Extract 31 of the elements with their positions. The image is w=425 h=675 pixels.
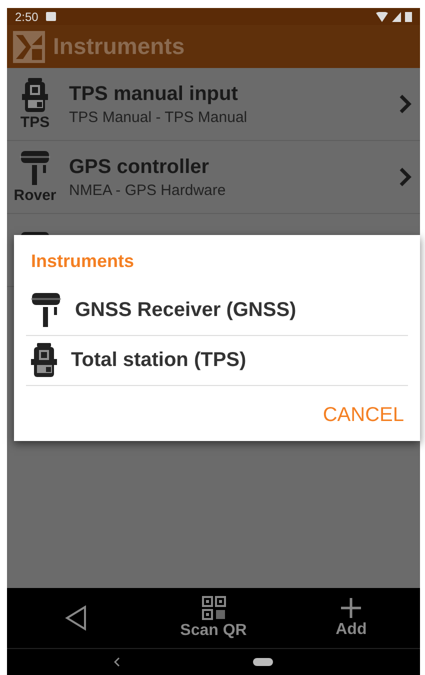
instrument-type-label: TPS — [20, 114, 50, 130]
instrument-type-label: Rover — [14, 186, 56, 204]
dialog-option[interactable]: Total station (TPS) — [26, 336, 408, 386]
back-icon — [64, 605, 87, 631]
back-icon[interactable] — [114, 657, 120, 667]
chevron-icon — [398, 167, 412, 187]
instrument-subtitle: TPS Manual - TPS Manual — [69, 108, 248, 126]
app-logo — [13, 30, 45, 62]
total-station-icon — [22, 78, 48, 114]
instrument-title: TPS manual input — [69, 82, 239, 106]
total-station-icon — [31, 342, 57, 378]
instrument-row[interactable]: Rover GPS controller NMEA - GPS Hardware — [7, 141, 420, 214]
dialog-title: Instruments — [31, 251, 136, 272]
app-title: Instruments — [53, 33, 185, 60]
chevron-icon — [398, 94, 412, 114]
instrument-subtitle: NMEA - GPS Hardware — [69, 182, 227, 198]
home-pill-icon[interactable] — [253, 658, 274, 666]
qr-button[interactable]: Scan QR — [144, 588, 282, 648]
gnss-receiver-icon — [31, 292, 61, 328]
battery-icon — [405, 12, 412, 22]
status-time: 2:50 — [15, 10, 38, 24]
instrument-row[interactable]: TPS TPS manual input TPS Manual - TPS Manual — [7, 68, 420, 141]
add-icon — [340, 597, 362, 619]
image-icon — [46, 12, 56, 21]
dialog-option[interactable]: GNSS Receiver (GNSS) — [26, 286, 408, 336]
add-button[interactable]: Add — [282, 588, 420, 648]
signal-icon — [392, 12, 401, 22]
qr-code-icon — [202, 596, 226, 620]
gnss-receiver-icon — [20, 150, 50, 186]
wifi-icon — [376, 12, 388, 22]
instrument-title: GPS controller — [69, 156, 210, 178]
